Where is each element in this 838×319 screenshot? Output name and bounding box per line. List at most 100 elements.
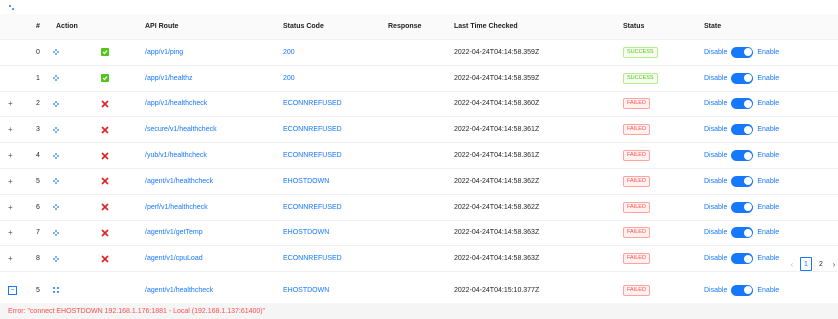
table-row: +4/yub/v1/healthcheck ECONNREFUSED 2022-04… xyxy=(0,143,838,169)
status-badge: SUCCESS xyxy=(623,72,658,84)
route-link[interactable]: /agent/v1/healthcheck xyxy=(145,278,275,303)
disable-label[interactable]: Disable xyxy=(704,204,727,211)
route-link[interactable]: /agent/v1/getTemp xyxy=(145,221,275,246)
disable-label[interactable]: Disable xyxy=(704,229,727,236)
disable-label[interactable]: Disable xyxy=(704,255,727,262)
route-link[interactable]: /agent/v1/cpuLoad xyxy=(145,246,275,271)
failure-x-icon xyxy=(101,255,109,263)
page-2[interactable]: 2 xyxy=(816,258,826,270)
failure-x-icon xyxy=(101,177,109,185)
action-dots-icon[interactable] xyxy=(52,100,60,108)
enable-label[interactable]: Enable xyxy=(757,152,779,159)
disable-label[interactable]: Disable xyxy=(704,75,727,82)
disable-label[interactable]: Disable xyxy=(704,49,727,56)
status-code-link[interactable]: ECONNREFUSED xyxy=(283,117,383,142)
action-dots-icon[interactable] xyxy=(52,126,60,134)
status-code-link[interactable]: ECONNREFUSED xyxy=(283,195,383,220)
table-body: 0/app/v1/ping 200 2022-04-24T04:14:58.359Z… xyxy=(0,40,838,298)
collapse-button[interactable]: − xyxy=(8,285,17,295)
failure-x-icon xyxy=(101,229,109,237)
enable-label[interactable]: Enable xyxy=(757,126,779,133)
failure-x-icon xyxy=(101,203,109,211)
loading-dots-icon[interactable] xyxy=(52,286,60,294)
state-toggle[interactable] xyxy=(731,201,754,213)
status-code-link[interactable]: EHOSTDOWN xyxy=(283,169,383,194)
state-toggle[interactable] xyxy=(731,46,754,58)
action-dots-icon[interactable] xyxy=(52,229,60,237)
status-code-link[interactable]: ECONNREFUSED xyxy=(283,92,383,117)
table-header: # Action API Route Status Code Response … xyxy=(0,14,838,40)
disable-label[interactable]: Disable xyxy=(704,152,727,159)
route-link[interactable]: /app/v1/healthcheck xyxy=(145,92,275,117)
enable-label[interactable]: Enable xyxy=(757,49,779,56)
last-checked-time: 2022-04-24T04:14:58.363Z xyxy=(454,255,540,263)
status-code-link[interactable]: 200 xyxy=(283,40,383,65)
expand-button[interactable]: + xyxy=(8,99,13,108)
page-1[interactable]: 1 xyxy=(800,257,812,271)
route-link[interactable]: /agent/v1/healthcheck xyxy=(145,169,275,194)
last-checked-time: 2022-04-24T04:14:58.359Z xyxy=(454,74,540,82)
enable-label[interactable]: Enable xyxy=(757,204,779,211)
expand-button[interactable]: + xyxy=(8,177,13,186)
enable-label[interactable]: Enable xyxy=(757,100,779,107)
row-index: 2 xyxy=(36,100,40,108)
last-checked-time: 2022-04-24T04:14:58.362Z xyxy=(454,177,540,185)
last-checked-time: 2022-04-24T04:14:58.359Z xyxy=(454,48,540,56)
table-row: +6/perf/v1/healthcheck ECONNREFUSED 2022-0… xyxy=(0,195,838,221)
prev-page-icon[interactable]: ‹ xyxy=(788,260,796,269)
disable-label[interactable]: Disable xyxy=(704,287,727,294)
enable-label[interactable]: Enable xyxy=(757,75,779,82)
status-code-link[interactable]: ECONNREFUSED xyxy=(283,143,383,168)
state-toggle[interactable] xyxy=(731,284,754,296)
expand-button[interactable]: + xyxy=(8,203,13,212)
state-toggle[interactable] xyxy=(731,72,754,84)
action-dots-icon[interactable] xyxy=(52,255,60,263)
enable-label[interactable]: Enable xyxy=(757,255,779,262)
state-toggle[interactable] xyxy=(731,150,754,162)
action-dots-icon[interactable] xyxy=(52,74,60,82)
row-index: 3 xyxy=(36,126,40,134)
state-toggle[interactable] xyxy=(731,227,754,239)
status-badge: FAILED xyxy=(623,284,650,296)
route-link[interactable]: /perf/v1/healthcheck xyxy=(145,195,275,220)
status-code-link[interactable]: ECONNREFUSED xyxy=(283,246,383,271)
next-page-icon[interactable]: › xyxy=(830,260,838,269)
table-row: +7/agent/v1/getTemp EHOSTDOWN 2022-04-24T0… xyxy=(0,221,838,247)
row-index: 0 xyxy=(36,48,40,56)
status-badge: SUCCESS xyxy=(623,46,658,58)
route-link[interactable]: /app/v1/healthz xyxy=(145,66,275,91)
route-link[interactable]: /app/v1/ping xyxy=(145,40,275,65)
state-toggle[interactable] xyxy=(731,98,754,110)
action-dots-icon[interactable] xyxy=(52,177,60,185)
state-toggle[interactable] xyxy=(731,175,754,187)
table-row: +3/secure/v1/healthcheck ECONNREFUSED 2022… xyxy=(0,117,838,144)
route-link[interactable]: /yub/v1/healthcheck xyxy=(145,143,275,168)
enable-label[interactable]: Enable xyxy=(757,287,779,294)
pagination: ‹ 1 2 › xyxy=(788,257,838,271)
status-badge: FAILED xyxy=(623,150,650,162)
disable-label[interactable]: Disable xyxy=(704,100,727,107)
disable-label[interactable]: Disable xyxy=(704,178,727,185)
state-toggle[interactable] xyxy=(731,124,754,136)
expand-button[interactable]: + xyxy=(8,151,13,160)
status-code-link[interactable]: 200 xyxy=(283,66,383,91)
state-toggle[interactable] xyxy=(731,253,754,265)
success-check-icon xyxy=(101,48,109,57)
action-dots-icon[interactable] xyxy=(52,152,60,160)
action-dots-icon[interactable] xyxy=(52,48,60,56)
status-code-link[interactable]: EHOSTDOWN xyxy=(283,221,383,246)
action-dots-icon[interactable] xyxy=(52,203,60,211)
status-code-link[interactable]: EHOSTDOWN xyxy=(283,278,383,303)
expand-button[interactable]: + xyxy=(8,254,13,263)
route-link[interactable]: /secure/v1/healthcheck xyxy=(145,117,275,142)
expand-button[interactable]: + xyxy=(8,125,13,134)
col-status-header: Status xyxy=(623,23,645,30)
enable-label[interactable]: Enable xyxy=(757,178,779,185)
enable-label[interactable]: Enable xyxy=(757,229,779,236)
disable-label[interactable]: Disable xyxy=(704,126,727,133)
refresh-icon[interactable] xyxy=(8,4,15,11)
expand-button[interactable]: + xyxy=(8,228,13,237)
row-index: 6 xyxy=(36,203,40,211)
table-row: +5/agent/v1/healthcheck EHOSTDOWN 2022-04-… xyxy=(0,169,838,195)
last-checked-time: 2022-04-24T04:14:58.361Z xyxy=(454,152,540,160)
